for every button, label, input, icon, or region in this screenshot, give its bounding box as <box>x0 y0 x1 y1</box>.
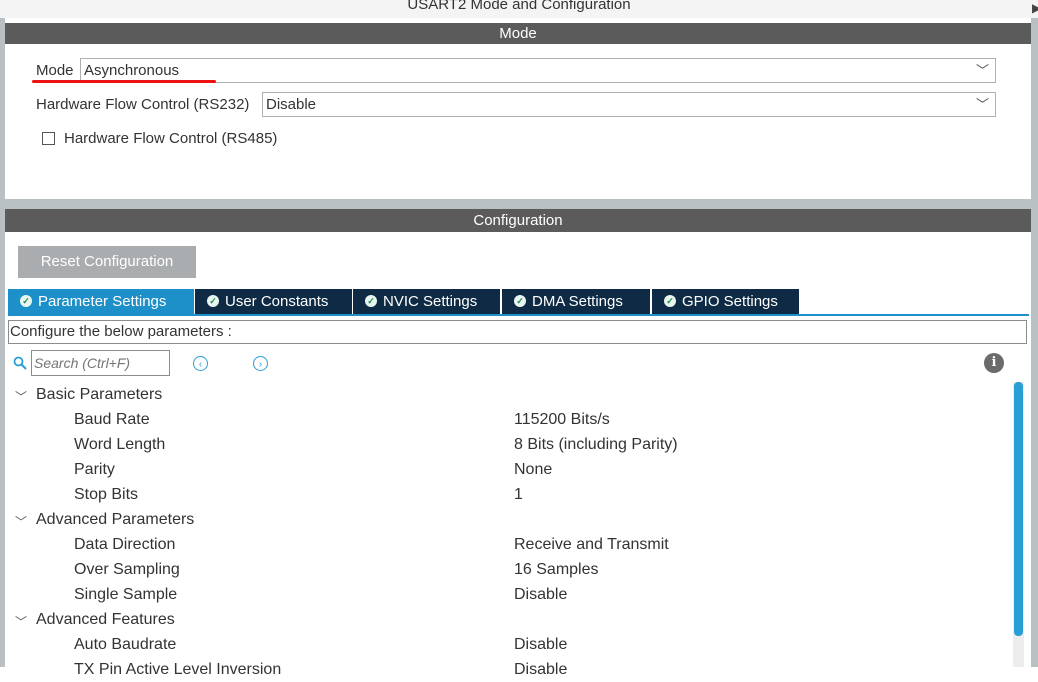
param-name[interactable]: Data Direction <box>74 532 175 557</box>
mode-section-header: Mode <box>5 23 1031 44</box>
param-value[interactable]: Receive and Transmit <box>514 532 669 557</box>
tab-user-constants[interactable]: ✓ User Constants <box>195 289 352 314</box>
section-divider <box>5 199 1031 209</box>
tab-nvic-settings[interactable]: ✓ NVIC Settings <box>353 289 500 314</box>
window-title-bar: USART2 Mode and Configuration <box>0 0 1038 18</box>
param-value[interactable]: Disable <box>514 657 567 682</box>
tab-label: Parameter Settings <box>38 293 167 310</box>
param-value[interactable]: 115200 Bits/s <box>514 407 610 432</box>
info-icon[interactable]: i <box>984 353 1004 373</box>
tab-gpio-settings[interactable]: ✓ GPIO Settings <box>652 289 799 314</box>
group-header[interactable]: Advanced Parameters <box>36 507 194 532</box>
param-name[interactable]: Single Sample <box>74 582 177 607</box>
chevron-down-icon[interactable]: ﹀ <box>15 388 27 405</box>
scroll-right-arrow-icon[interactable]: ▶ <box>1032 0 1038 16</box>
param-name[interactable]: Word Length <box>74 432 165 457</box>
group-header[interactable]: Advanced Features <box>36 607 175 632</box>
hw-flow-rs485-label: Hardware Flow Control (RS485) <box>64 130 278 147</box>
param-value[interactable]: 8 Bits (including Parity) <box>514 432 678 457</box>
param-value[interactable]: Disable <box>514 582 567 607</box>
param-value[interactable]: 16 Samples <box>514 557 599 582</box>
tab-label: User Constants <box>225 293 329 310</box>
next-match-icon[interactable]: › <box>253 356 268 371</box>
configuration-section-header: Configuration <box>5 209 1031 232</box>
check-circle-icon: ✓ <box>207 295 219 308</box>
tab-label: NVIC Settings <box>383 293 478 310</box>
group-header[interactable]: Basic Parameters <box>36 382 162 407</box>
param-name[interactable]: Over Sampling <box>74 557 180 582</box>
hw-flow-rs485-checkbox[interactable] <box>42 132 55 145</box>
check-circle-icon: ✓ <box>514 295 526 308</box>
chevron-down-icon[interactable]: ﹀ <box>15 513 27 530</box>
tabs-underline <box>8 314 1029 316</box>
mode-select[interactable]: Asynchronous ﹀ <box>80 58 996 83</box>
check-circle-icon: ✓ <box>20 295 32 308</box>
right-border <box>1031 18 1038 667</box>
scrollbar-thumb[interactable] <box>1014 382 1023 636</box>
hw-flow-rs232-value: Disable <box>266 96 317 113</box>
param-value[interactable]: 1 <box>514 482 523 507</box>
hw-flow-rs232-select[interactable]: Disable ﹀ <box>262 92 996 117</box>
previous-match-icon[interactable]: ‹ <box>193 356 208 371</box>
tab-label: GPIO Settings <box>682 293 778 310</box>
chevron-down-icon[interactable]: ﹀ <box>15 613 27 630</box>
param-name[interactable]: Parity <box>74 457 115 482</box>
search-icon <box>13 356 27 373</box>
red-annotation-underline <box>32 80 216 83</box>
mode-label: Mode <box>36 62 74 79</box>
search-input[interactable] <box>31 350 170 376</box>
param-value[interactable]: Disable <box>514 632 567 657</box>
mode-select-value: Asynchronous <box>84 62 180 79</box>
param-value[interactable]: None <box>514 457 552 482</box>
tab-parameter-settings[interactable]: ✓ Parameter Settings <box>8 289 194 314</box>
param-name[interactable]: Auto Baudrate <box>74 632 176 657</box>
reset-configuration-button[interactable]: Reset Configuration <box>18 246 196 278</box>
chevron-down-icon: ﹀ <box>975 97 989 112</box>
tab-label: DMA Settings <box>532 293 623 310</box>
hw-flow-rs232-label: Hardware Flow Control (RS232) <box>36 96 250 113</box>
description-field: Configure the below parameters : <box>8 320 1027 344</box>
window-title: USART2 Mode and Configuration <box>407 0 631 13</box>
param-name[interactable]: Stop Bits <box>74 482 138 507</box>
tab-dma-settings[interactable]: ✓ DMA Settings <box>502 289 650 314</box>
param-name[interactable]: TX Pin Active Level Inversion <box>74 657 281 682</box>
check-circle-icon: ✓ <box>365 295 377 308</box>
chevron-down-icon: ﹀ <box>975 63 989 78</box>
check-circle-icon: ✓ <box>664 295 676 308</box>
param-name[interactable]: Baud Rate <box>74 407 150 432</box>
